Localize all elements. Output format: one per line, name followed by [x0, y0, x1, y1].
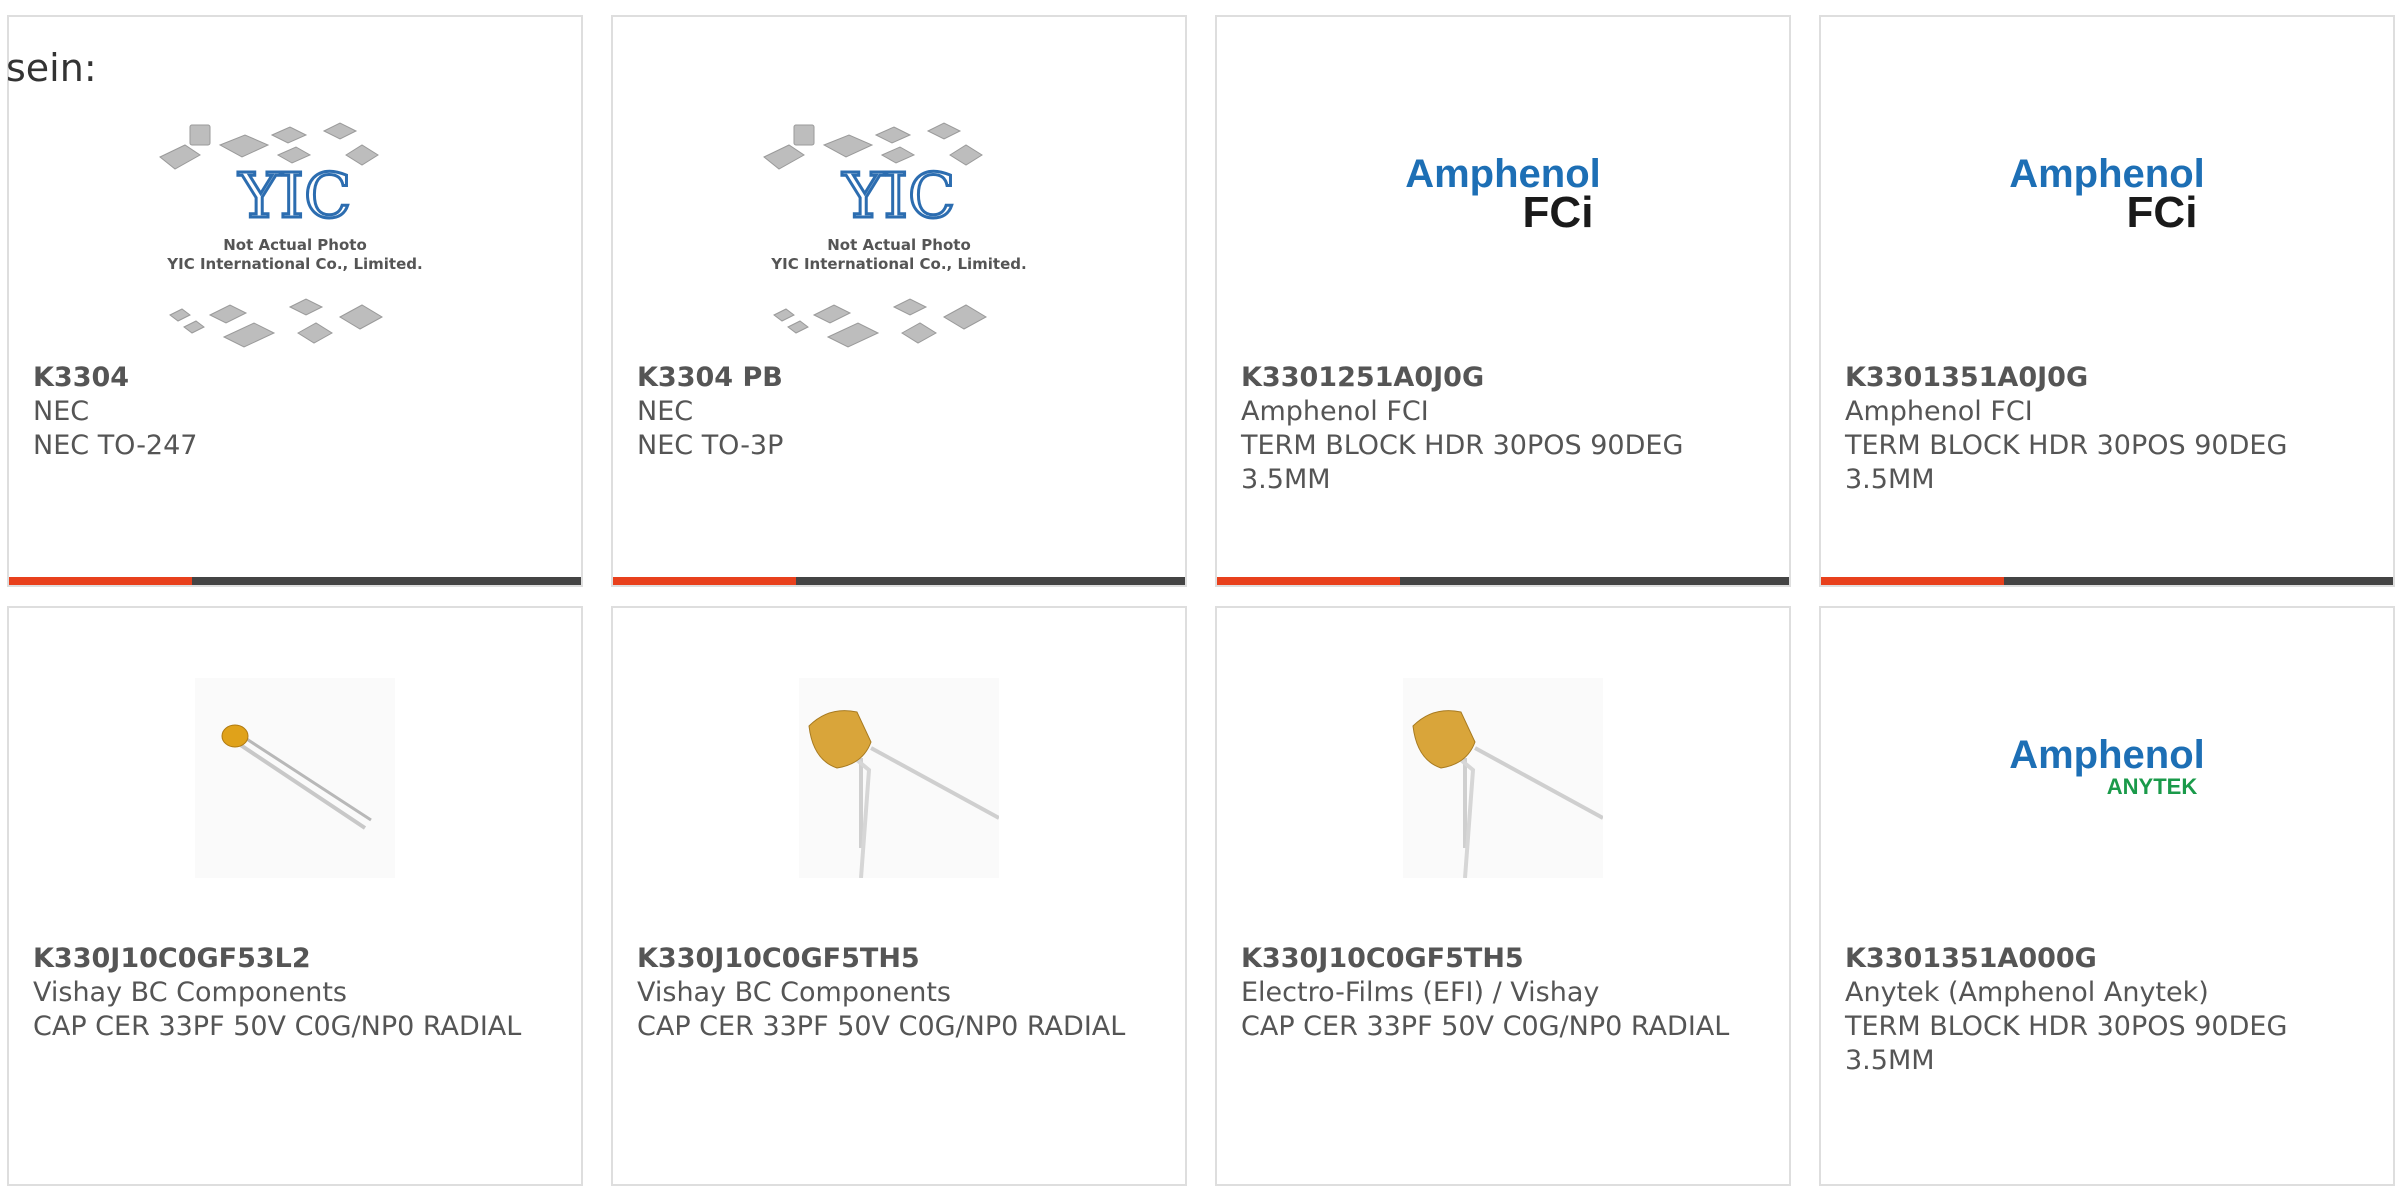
- product-info: K3304 PB NEC NEC TO-3P: [637, 361, 1165, 463]
- product-image[interactable]: [9, 678, 581, 948]
- radial-capacitor-image: [799, 678, 999, 878]
- amphenol-anytek-logo: Amphenol ANYTEK: [2009, 733, 2205, 799]
- product-info: K3301251A0J0G Amphenol FCI TERM BLOCK HD…: [1241, 361, 1769, 497]
- description: NEC TO-3P: [637, 430, 784, 461]
- manufacturer: Amphenol FCI: [1845, 396, 2033, 427]
- description: CAP CER 33PF 50V C0G/NP0 RADIAL: [637, 1011, 1126, 1042]
- disc-capacitor-image: [195, 678, 395, 878]
- part-number[interactable]: K3304: [33, 361, 561, 395]
- manufacturer: NEC: [33, 396, 90, 427]
- description: CAP CER 33PF 50V C0G/NP0 RADIAL: [1241, 1011, 1730, 1042]
- product-card[interactable]: Amphenol FCi K3301251A0J0G Amphenol FCI …: [1215, 15, 1791, 587]
- image-caption-2: YIC International Co., Limited.: [166, 255, 422, 273]
- page-text-fragment: sein:: [6, 46, 97, 90]
- progress-fill: [613, 577, 797, 585]
- product-image[interactable]: [1217, 678, 1789, 948]
- progress-bar: [613, 577, 1185, 585]
- yic-logo-text: YIC: [842, 159, 956, 232]
- logo-line-2: ANYTEK: [2107, 774, 2198, 799]
- progress-bar: [9, 577, 581, 585]
- description: TERM BLOCK HDR 30POS 90DEG 3.5MM: [1241, 430, 1684, 495]
- product-image[interactable]: [613, 678, 1185, 948]
- part-number[interactable]: K3301251A0J0G: [1241, 361, 1769, 395]
- amphenol-fci-logo: Amphenol FCi: [1405, 152, 1601, 237]
- product-card[interactable]: K330J10C0GF5TH5 Electro-Films (EFI) / Vi…: [1215, 606, 1791, 1186]
- product-card[interactable]: K330J10C0GF53L2 Vishay BC Components CAP…: [7, 606, 583, 1186]
- product-card[interactable]: YIC Not Actual Photo YIC International C…: [611, 15, 1187, 587]
- yic-placeholder-image: YIC Not Actual Photo YIC International C…: [763, 122, 1027, 348]
- product-info: K330J10C0GF53L2 Vishay BC Components CAP…: [33, 942, 561, 1044]
- description: NEC TO-247: [33, 430, 198, 461]
- part-number[interactable]: K330J10C0GF5TH5: [637, 942, 1165, 976]
- amphenol-fci-logo: Amphenol FCi: [2009, 152, 2205, 237]
- product-image[interactable]: YIC Not Actual Photo YIC International C…: [613, 97, 1185, 367]
- image-caption-2: YIC International Co., Limited.: [770, 255, 1026, 273]
- product-image[interactable]: Amphenol ANYTEK: [1821, 678, 2393, 948]
- product-info: K3304 NEC NEC TO-247: [33, 361, 561, 463]
- progress-bar: [1217, 577, 1789, 585]
- product-info: K330J10C0GF5TH5 Electro-Films (EFI) / Vi…: [1241, 942, 1769, 1044]
- progress-fill: [1217, 577, 1401, 585]
- manufacturer: Vishay BC Components: [637, 977, 951, 1008]
- part-number[interactable]: K330J10C0GF5TH5: [1241, 942, 1769, 976]
- part-number[interactable]: K330J10C0GF53L2: [33, 942, 561, 976]
- product-image[interactable]: Amphenol FCi: [1217, 97, 1789, 367]
- manufacturer: Vishay BC Components: [33, 977, 347, 1008]
- yic-logo-text: YIC: [238, 159, 352, 232]
- product-card[interactable]: Amphenol ANYTEK K3301351A000G Anytek (Am…: [1819, 606, 2395, 1186]
- manufacturer: Electro-Films (EFI) / Vishay: [1241, 977, 1600, 1008]
- progress-fill: [1821, 577, 2005, 585]
- product-info: K330J10C0GF5TH5 Vishay BC Components CAP…: [637, 942, 1165, 1044]
- product-card[interactable]: Amphenol FCi K3301351A0J0G Amphenol FCI …: [1819, 15, 2395, 587]
- description: CAP CER 33PF 50V C0G/NP0 RADIAL: [33, 1011, 522, 1042]
- product-grid: YIC Not Actual Photo YIC International C…: [0, 0, 2400, 1186]
- progress-fill: [9, 577, 193, 585]
- logo-line-1: Amphenol: [2009, 733, 2205, 777]
- image-caption-1: Not Actual Photo: [223, 236, 367, 254]
- yic-placeholder-image: YIC Not Actual Photo YIC International C…: [159, 122, 423, 348]
- manufacturer: Anytek (Amphenol Anytek): [1845, 977, 2209, 1008]
- logo-line-2: FCi: [1523, 188, 1594, 237]
- product-info: K3301351A0J0G Amphenol FCI TERM BLOCK HD…: [1845, 361, 2373, 497]
- description: TERM BLOCK HDR 30POS 90DEG 3.5MM: [1845, 1011, 2288, 1076]
- part-number[interactable]: K3301351A000G: [1845, 942, 2373, 976]
- image-caption-1: Not Actual Photo: [827, 236, 971, 254]
- logo-line-2: FCi: [2127, 188, 2198, 237]
- product-image[interactable]: Amphenol FCi: [1821, 97, 2393, 367]
- progress-bar: [1821, 577, 2393, 585]
- product-image[interactable]: YIC Not Actual Photo YIC International C…: [9, 97, 581, 367]
- product-card[interactable]: YIC Not Actual Photo YIC International C…: [7, 15, 583, 587]
- radial-capacitor-image: [1403, 678, 1603, 878]
- product-card[interactable]: K330J10C0GF5TH5 Vishay BC Components CAP…: [611, 606, 1187, 1186]
- description: TERM BLOCK HDR 30POS 90DEG 3.5MM: [1845, 430, 2288, 495]
- part-number[interactable]: K3304 PB: [637, 361, 1165, 395]
- part-number[interactable]: K3301351A0J0G: [1845, 361, 2373, 395]
- product-info: K3301351A000G Anytek (Amphenol Anytek) T…: [1845, 942, 2373, 1078]
- manufacturer: Amphenol FCI: [1241, 396, 1429, 427]
- manufacturer: NEC: [637, 396, 694, 427]
